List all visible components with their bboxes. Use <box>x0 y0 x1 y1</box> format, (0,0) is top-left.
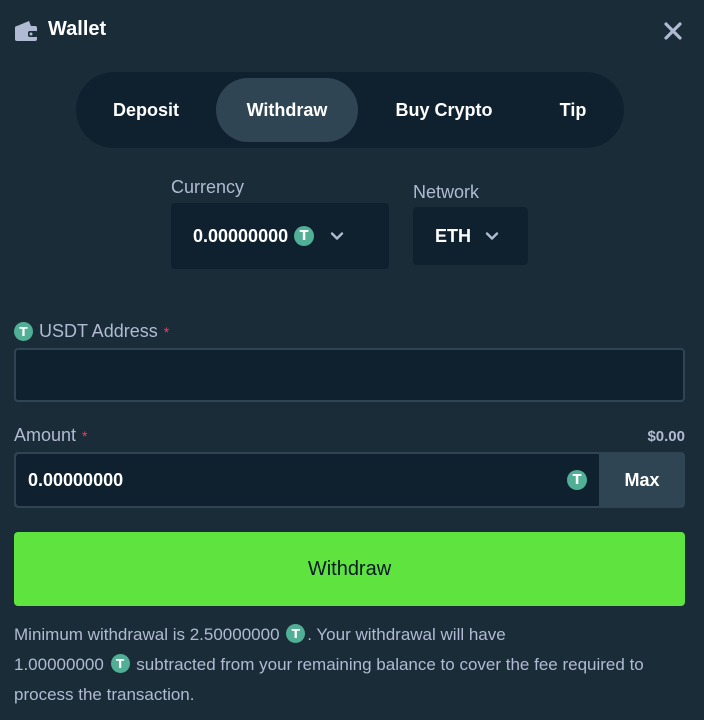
chevron-down-icon <box>485 232 499 240</box>
tether-icon: T <box>286 624 306 644</box>
required-mark: * <box>82 427 88 444</box>
currency-label: Currency <box>171 177 245 197</box>
network-select[interactable]: ETH <box>413 207 528 265</box>
currency-select[interactable]: 0.00000000 T <box>171 203 389 269</box>
tab-deposit[interactable]: Deposit <box>86 78 206 142</box>
tether-icon: T <box>110 654 130 674</box>
close-button[interactable] <box>660 18 686 44</box>
usdt-address-input[interactable] <box>16 350 683 400</box>
usdt-address-label: T USDT Address * <box>14 321 169 342</box>
footnote-text-2: . Your withdrawal will have <box>307 625 506 644</box>
amount-field-group: 0.00000000 T Max <box>14 452 685 508</box>
withdraw-footnote: Minimum withdrawal is 2.50000000 T. Your… <box>14 620 694 710</box>
amount-value: 0.00000000 <box>28 469 124 490</box>
tab-buy-crypto[interactable]: Buy Crypto <box>372 78 516 142</box>
amount-label-text: Amount <box>14 425 77 445</box>
chevron-down-icon <box>330 232 344 240</box>
network-label: Network <box>413 182 480 202</box>
close-icon <box>664 22 682 40</box>
usdt-address-label-text: USDT Address <box>39 321 158 341</box>
usdt-address-field[interactable] <box>14 348 685 402</box>
amount-usd-value: $0.00 <box>647 428 685 445</box>
amount-input[interactable]: 0.00000000 T <box>16 454 599 506</box>
wallet-tabs: Deposit Withdraw Buy Crypto Tip <box>76 72 624 148</box>
currency-value: 0.00000000 <box>193 225 289 246</box>
tether-icon: T <box>14 322 33 341</box>
tab-tip[interactable]: Tip <box>532 78 614 142</box>
tether-icon: T <box>567 470 587 490</box>
wallet-header: Wallet <box>0 0 704 62</box>
footnote-text-4: subtracted from your remaining balance t… <box>14 655 644 704</box>
withdraw-button[interactable]: Withdraw <box>14 532 685 606</box>
tether-icon: T <box>294 226 315 246</box>
wallet-icon <box>14 20 38 42</box>
amount-label: Amount * <box>14 425 88 446</box>
network-value: ETH <box>435 225 471 246</box>
required-mark: * <box>163 323 170 340</box>
footnote-text-3: 1.00000000 <box>14 655 104 674</box>
footnote-text-1: Minimum withdrawal is 2.50000000 <box>14 625 280 644</box>
max-button[interactable]: Max <box>599 452 685 508</box>
wallet-title: Wallet <box>48 18 107 40</box>
tab-withdraw[interactable]: Withdraw <box>216 78 358 142</box>
